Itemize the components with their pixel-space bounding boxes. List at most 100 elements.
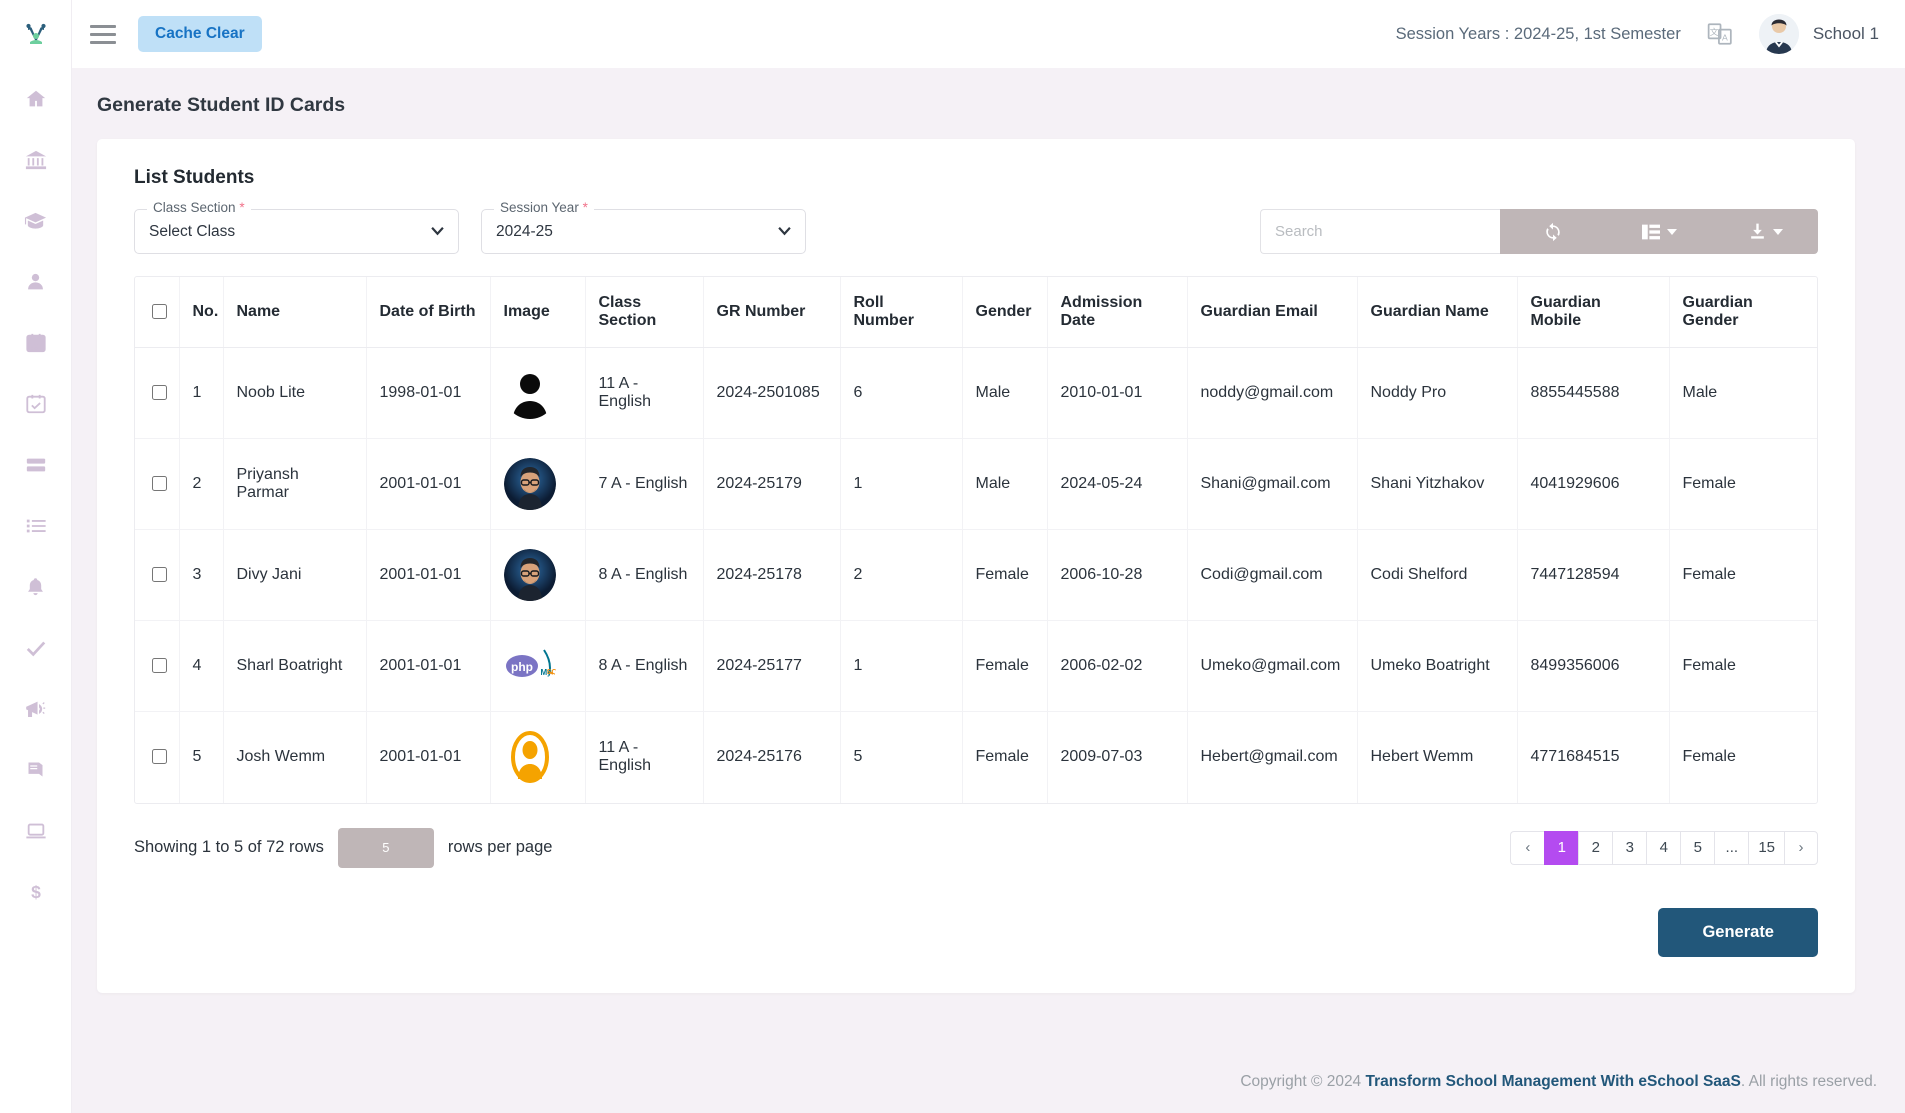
school-name-label: School 1 [1813,24,1879,44]
cell-roll-number: 5 [840,712,962,803]
header-dob[interactable]: Date of Birth [366,277,490,348]
class-section-select[interactable]: Select Class [134,209,459,254]
cell-guardian-mobile: 4041929606 [1517,439,1669,530]
hamburger-menu-icon[interactable] [90,17,124,51]
cell-gr-number: 2024-25177 [703,621,840,712]
pagination-page-2[interactable]: 2 [1578,831,1612,865]
sidebar-item-students[interactable] [0,251,72,312]
header-guardian-mobile[interactable]: Guardian Mobile [1517,277,1669,348]
cell-guardian-gender: Female [1669,712,1817,803]
sidebar-item-attendance[interactable] [0,373,72,434]
row-checkbox[interactable] [152,567,167,582]
cell-guardian-email: Umeko@gmail.com [1187,621,1357,712]
cell-guardian-name: Shani Yitzhakov [1357,439,1517,530]
brand-link[interactable]: Transform School Management With eSchool… [1366,1073,1741,1090]
row-checkbox[interactable] [152,749,167,764]
row-select-cell [135,712,179,803]
refresh-button[interactable] [1500,209,1606,254]
cell-gr-number: 2024-2501085 [703,348,840,439]
header-guardian-email[interactable]: Guardian Email [1187,277,1357,348]
cell-gr-number: 2024-25179 [703,439,840,530]
select-all-checkbox[interactable] [152,304,167,319]
pagination-page-15[interactable]: 15 [1748,831,1784,865]
cell-guardian-name: Umeko Boatright [1357,621,1517,712]
header-image[interactable]: Image [490,277,585,348]
user-icon [25,271,46,292]
cell-name: Josh Wemm [223,712,366,803]
session-years-label: Session Years : 2024-25, 1st Semester [1396,25,1681,44]
cell-gender: Female [962,712,1047,803]
page-body: Generate Student ID Cards List Students … [72,68,1905,1113]
pagination-page-4[interactable]: 4 [1646,831,1680,865]
columns-icon [1641,223,1661,241]
export-button[interactable] [1712,209,1818,254]
cell-class-section: 8 A - English [585,530,703,621]
php-mysql-logo-icon: php My SQL [504,640,556,692]
cell-roll-number: 2 [840,530,962,621]
chevron-down-icon [1773,229,1783,235]
rows-per-page-select[interactable]: 5 [338,828,434,868]
pagination-page-3[interactable]: 3 [1612,831,1646,865]
cell-name: Divy Jani [223,530,366,621]
header-gender[interactable]: Gender [962,277,1047,348]
sidebar-item-records[interactable] [0,434,72,495]
user-menu[interactable]: School 1 [1759,14,1879,54]
check-icon [25,637,47,659]
row-select-cell [135,348,179,439]
sidebar-item-calendar[interactable] [0,312,72,373]
cell-class-section: 7 A - English [585,439,703,530]
cell-admission-date: 2024-05-24 [1047,439,1187,530]
pagination-page-5[interactable]: 5 [1680,831,1714,865]
sidebar-item-notifications[interactable] [0,556,72,617]
sidebar-item-announcements[interactable] [0,678,72,739]
sidebar-item-library[interactable] [0,739,72,800]
avatar-silhouette-orange-icon [504,731,556,783]
cell-guardian-gender: Female [1669,530,1817,621]
cell-gender: Female [962,530,1047,621]
cell-admission-date: 2009-07-03 [1047,712,1187,803]
columns-button[interactable] [1606,209,1712,254]
cell-roll-number: 1 [840,439,962,530]
search-input[interactable] [1260,209,1500,254]
showing-rows-label: Showing 1 to 5 of 72 rows [134,838,324,857]
header-gr-number[interactable]: GR Number [703,277,840,348]
sidebar-item-fees[interactable]: $ [0,861,72,922]
sidebar-item-home[interactable] [0,68,72,129]
pagination-next[interactable]: › [1784,831,1818,865]
sidebar-item-online-class[interactable] [0,800,72,861]
header-no[interactable]: No. [179,277,223,348]
header-admission-date[interactable]: Admission Date [1047,277,1187,348]
header-guardian-gender[interactable]: Guardian Gender [1669,277,1817,348]
cell-guardian-email: Codi@gmail.com [1187,530,1357,621]
sidebar-item-institute[interactable] [0,129,72,190]
app-logo[interactable] [0,0,72,68]
pagination-prev[interactable]: ‹ [1510,831,1544,865]
row-checkbox[interactable] [152,385,167,400]
cell-guardian-gender: Female [1669,621,1817,712]
row-checkbox[interactable] [152,476,167,491]
generate-button[interactable]: Generate [1658,908,1818,957]
cell-no: 2 [179,439,223,530]
cell-no: 5 [179,712,223,803]
row-checkbox[interactable] [152,658,167,673]
list-icon [25,515,47,537]
header-guardian-name[interactable]: Guardian Name [1357,277,1517,348]
header-roll-number[interactable]: Roll Number [840,277,962,348]
pagination-page-1[interactable]: 1 [1544,831,1578,865]
translate-icon[interactable]: 文 A [1707,21,1733,47]
cell-no: 4 [179,621,223,712]
table-body: 1 Noob Lite 1998-01-01 11 A - English 20… [135,348,1817,803]
sidebar-item-academics[interactable] [0,190,72,251]
avatar-man-glasses-icon [504,549,556,601]
svg-text:php: php [511,660,533,674]
sidebar-item-lists[interactable] [0,495,72,556]
session-year-select[interactable]: 2024-25 [481,209,806,254]
cell-guardian-mobile: 4771684515 [1517,712,1669,803]
header-name[interactable]: Name [223,277,366,348]
cache-clear-button[interactable]: Cache Clear [138,16,262,52]
header-class-section[interactable]: Class Section [585,277,703,348]
sidebar-item-approvals[interactable] [0,617,72,678]
rows-per-page-label: rows per page [448,838,553,857]
cell-guardian-gender: Male [1669,348,1817,439]
dollar-icon: $ [26,881,46,903]
